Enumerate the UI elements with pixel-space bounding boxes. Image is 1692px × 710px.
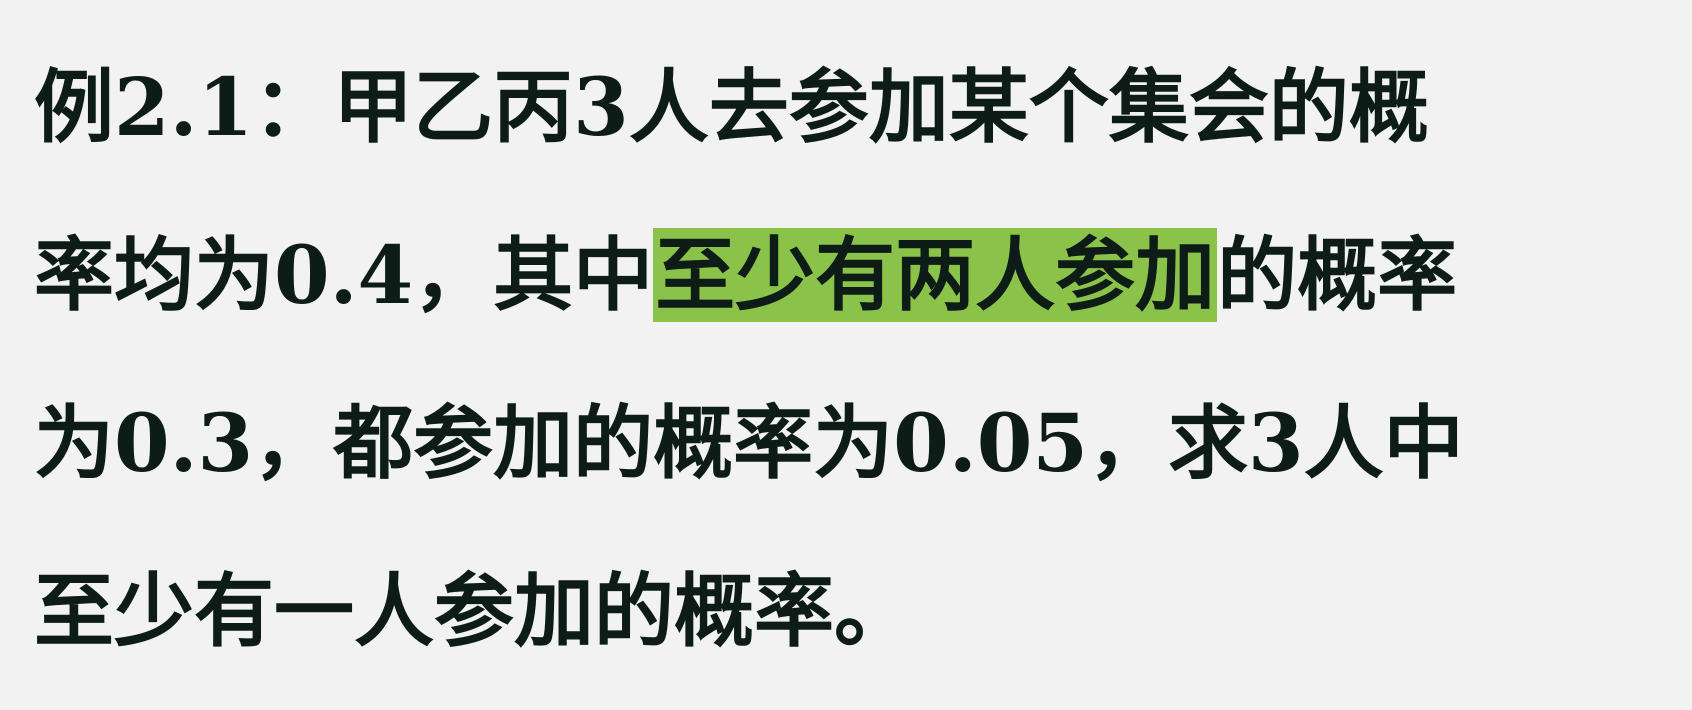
highlighted-phrase: 至少有两人参加 (653, 228, 1218, 322)
problem-line-3: 为0.3，都参加的概率为0.05，求3人中 (34, 396, 1464, 490)
slide-canvas: 例2.1：甲乙丙3人去参加某个集会的概 率均为0.4，其中至少有两人参加的概率 … (0, 0, 1692, 710)
problem-line-2: 率均为0.4，其中至少有两人参加的概率 (34, 210, 1457, 340)
problem-line-2-post: 的概率 (1217, 228, 1458, 322)
problem-line-1: 例2.1：甲乙丙3人去参加某个集会的概 (34, 60, 1429, 154)
problem-line-4: 至少有一人参加的概率。 (34, 564, 914, 658)
problem-line-2-pre: 率均为0.4，其中 (34, 228, 654, 322)
